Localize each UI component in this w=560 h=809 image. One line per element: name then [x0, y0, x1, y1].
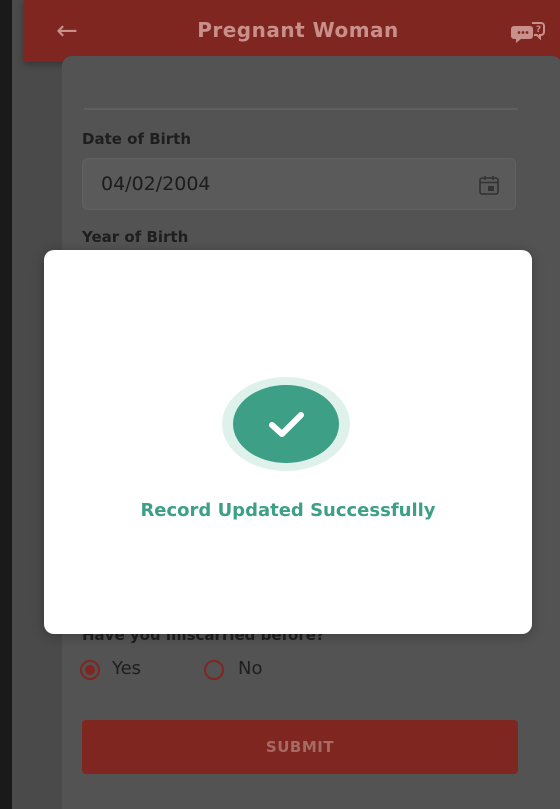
calendar-icon[interactable]: [477, 173, 501, 197]
radio-yes-label: Yes: [112, 658, 142, 679]
submit-button[interactable]: SUBMIT: [82, 720, 518, 774]
page-title: Pregnant Woman: [197, 18, 399, 42]
success-dialog: Record Updated Successfully: [44, 250, 532, 634]
check-circle-icon: [222, 377, 350, 471]
divider: [84, 108, 518, 110]
success-message: Record Updated Successfully: [140, 500, 436, 521]
yob-label: Year of Birth: [82, 228, 189, 246]
radio-yes[interactable]: [80, 660, 100, 680]
miscarried-radio-group: Yes No: [80, 656, 380, 686]
dob-value: 04/02/2004: [101, 173, 211, 195]
radio-no-label: No: [238, 658, 263, 679]
dob-field[interactable]: 04/02/2004: [82, 158, 516, 210]
app-header: ← Pregnant Woman ?: [24, 0, 560, 62]
chat-help-icon[interactable]: ?: [510, 20, 546, 44]
radio-no[interactable]: [204, 660, 224, 680]
dob-label: Date of Birth: [82, 130, 192, 148]
svg-text:?: ?: [536, 25, 541, 35]
